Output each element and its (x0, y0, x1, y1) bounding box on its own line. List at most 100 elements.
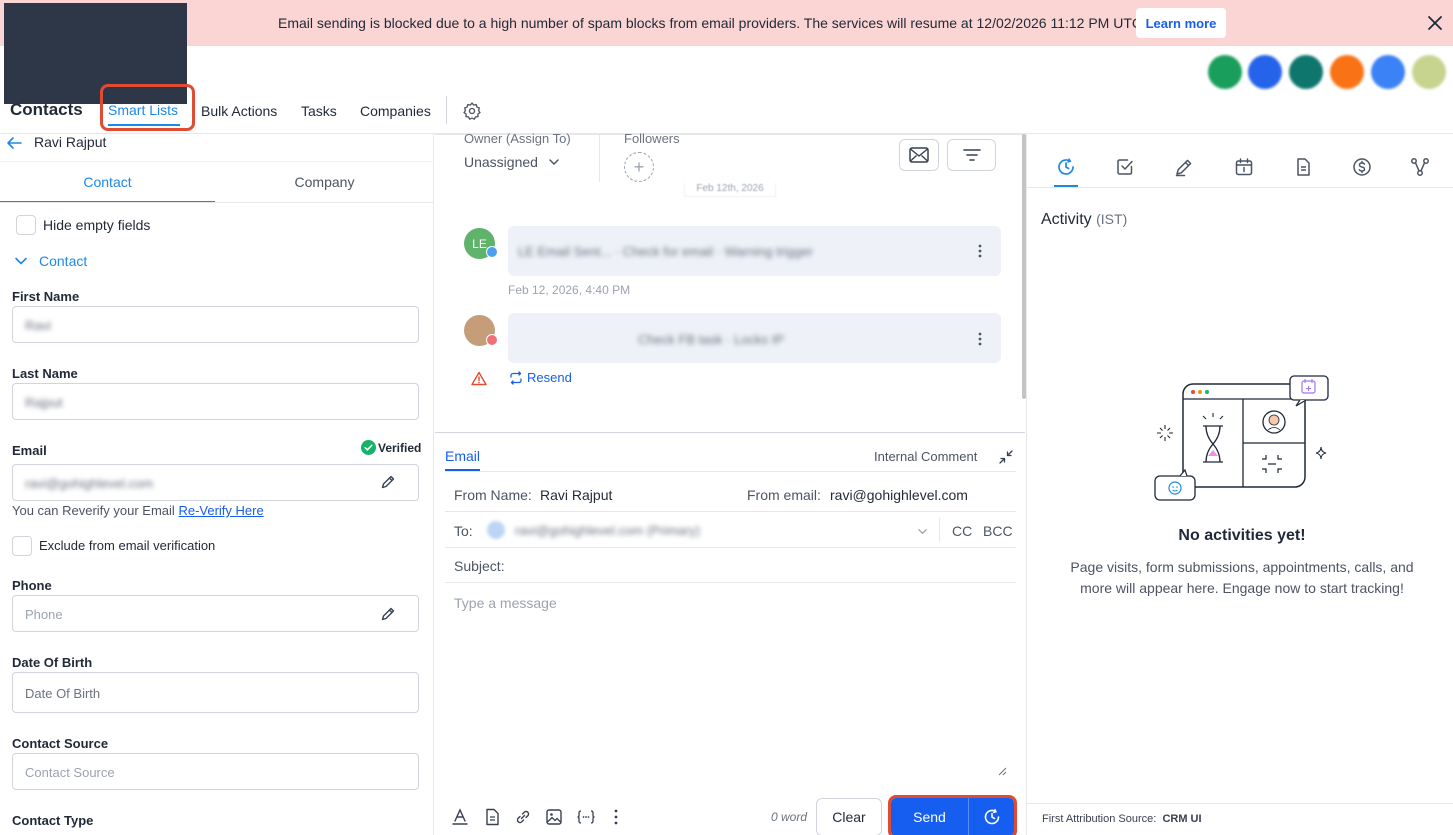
reverify-link[interactable]: Re-Verify Here (178, 503, 263, 518)
avatar-icon[interactable] (1412, 55, 1446, 89)
activity-title-text: Activity (1041, 211, 1092, 228)
gear-icon[interactable] (462, 101, 482, 121)
subject-label[interactable]: Subject: (454, 558, 505, 574)
email-label: Email (12, 443, 47, 458)
tab-email[interactable]: Email (445, 448, 480, 464)
activity-tab-icon[interactable] (1056, 157, 1076, 177)
divider (1027, 187, 1453, 188)
bcc-button[interactable]: BCC (983, 523, 1013, 539)
hide-empty-checkbox[interactable] (16, 215, 36, 235)
empty-state-title: No activities yet! (1178, 527, 1306, 544)
reverify-text: You can Reverify your Email (12, 503, 175, 518)
activity-title: Activity (IST) (1041, 211, 1127, 229)
clear-button[interactable]: Clear (816, 798, 882, 835)
owner-select[interactable]: Unassigned (464, 154, 538, 170)
tab-contact[interactable]: Contact (0, 174, 215, 190)
from-email-value[interactable]: ravi@gohighlevel.com (830, 487, 968, 503)
pencil-icon[interactable] (380, 606, 396, 622)
collapse-icon[interactable] (999, 450, 1013, 464)
divider (445, 511, 1016, 512)
payments-tab-icon[interactable] (1352, 157, 1372, 177)
last-name-field[interactable] (12, 383, 419, 420)
link-icon[interactable] (514, 808, 532, 826)
nav-companies[interactable]: Companies (360, 103, 431, 119)
phone-placeholder: Phone (25, 607, 63, 622)
text-format-icon[interactable] (451, 808, 469, 826)
divider (445, 471, 1016, 472)
message-timestamp: Feb 12, 2026, 4:40 PM (508, 283, 631, 297)
notes-tab-icon[interactable] (1174, 157, 1194, 177)
first-name-label: First Name (12, 289, 80, 304)
filter-icon (962, 149, 981, 161)
template-icon[interactable] (483, 808, 501, 826)
contact-type-label: Contact Type (12, 813, 94, 828)
close-icon[interactable] (1426, 14, 1444, 32)
nav-tasks[interactable]: Tasks (301, 103, 337, 119)
pencil-icon[interactable] (380, 474, 396, 490)
email-value: ravi@gohighlevel.com (25, 476, 154, 491)
phone-icon[interactable] (1208, 55, 1242, 89)
mail-filter-button[interactable] (899, 139, 939, 171)
first-name-value: Ravi (25, 318, 52, 333)
last-name-value: Rajput (25, 395, 63, 410)
divider (445, 582, 1016, 583)
date-divider: Feb 12th, 2026 (684, 183, 776, 197)
learn-more-button[interactable]: Learn more (1136, 8, 1226, 38)
from-name-value[interactable]: Ravi Rajput (540, 487, 612, 503)
clock-icon (984, 808, 999, 825)
more-vertical-icon[interactable] (978, 244, 982, 258)
nav-smart-lists[interactable]: Smart Lists (108, 102, 178, 118)
chevron-down-icon[interactable] (917, 526, 928, 537)
composer-divider (435, 432, 1025, 433)
active-tab-underline (108, 124, 180, 126)
nav-bulk-actions[interactable]: Bulk Actions (201, 103, 277, 119)
chevron-down-icon[interactable] (548, 156, 560, 168)
back-arrow-icon[interactable] (6, 136, 22, 150)
tab-company[interactable]: Company (215, 174, 434, 190)
workflow-tab-icon[interactable] (1410, 157, 1430, 177)
contact-section-toggle[interactable]: Contact (39, 253, 87, 269)
custom-values-icon[interactable] (576, 808, 596, 826)
recipient-avatar (487, 521, 505, 539)
dob-label: Date Of Birth (12, 655, 93, 670)
email-badge-icon (486, 246, 498, 258)
attribution-value: CRM UI (1162, 813, 1202, 825)
reverify-hint: You can Reverify your Email Re-Verify He… (12, 503, 264, 518)
owner-label: Owner (Assign To) (464, 131, 571, 146)
tasks-tab-icon[interactable] (1115, 157, 1135, 177)
empty-state-illustration (1150, 372, 1335, 507)
resend-link[interactable]: Resend (527, 370, 572, 385)
chat-icon[interactable] (1289, 55, 1323, 89)
send-button[interactable]: Send (891, 798, 968, 835)
help-icon[interactable] (1371, 55, 1405, 89)
activity-timezone: (IST) (1096, 211, 1128, 227)
chevron-down-icon[interactable] (14, 254, 28, 268)
mail-icon (909, 147, 929, 163)
banner-message: Email sending is blocked due to a high n… (278, 15, 1146, 31)
cc-button[interactable]: CC (952, 523, 972, 539)
first-name-field[interactable] (12, 306, 419, 343)
schedule-send-button[interactable] (969, 798, 1014, 835)
exclude-verification-checkbox[interactable] (12, 536, 32, 556)
filter-button[interactable] (947, 139, 996, 171)
link-icon[interactable] (1248, 55, 1282, 89)
more-vertical-icon[interactable] (614, 808, 618, 826)
more-vertical-icon[interactable] (978, 332, 982, 346)
resize-handle-icon[interactable] (998, 767, 1007, 776)
verified-badge: Verified (378, 441, 422, 455)
calendar-tab-icon[interactable] (1234, 157, 1254, 177)
phone-field[interactable] (12, 595, 419, 632)
from-name-label: From Name: (454, 487, 532, 503)
documents-tab-icon[interactable] (1293, 157, 1313, 177)
divider (0, 161, 434, 162)
bell-icon[interactable] (1330, 55, 1364, 89)
divider (599, 134, 600, 182)
to-recipient[interactable]: ravi@gohighlevel.com (Primary) (515, 523, 700, 538)
image-icon[interactable] (545, 808, 563, 826)
nav-contacts[interactable]: Contacts (10, 100, 83, 120)
exclude-verification-label: Exclude from email verification (39, 538, 216, 553)
add-follower-button[interactable]: + (624, 152, 654, 182)
tab-internal-comment[interactable]: Internal Comment (874, 449, 977, 464)
resend-icon[interactable] (509, 371, 523, 385)
message-input[interactable]: Type a message (454, 595, 557, 611)
